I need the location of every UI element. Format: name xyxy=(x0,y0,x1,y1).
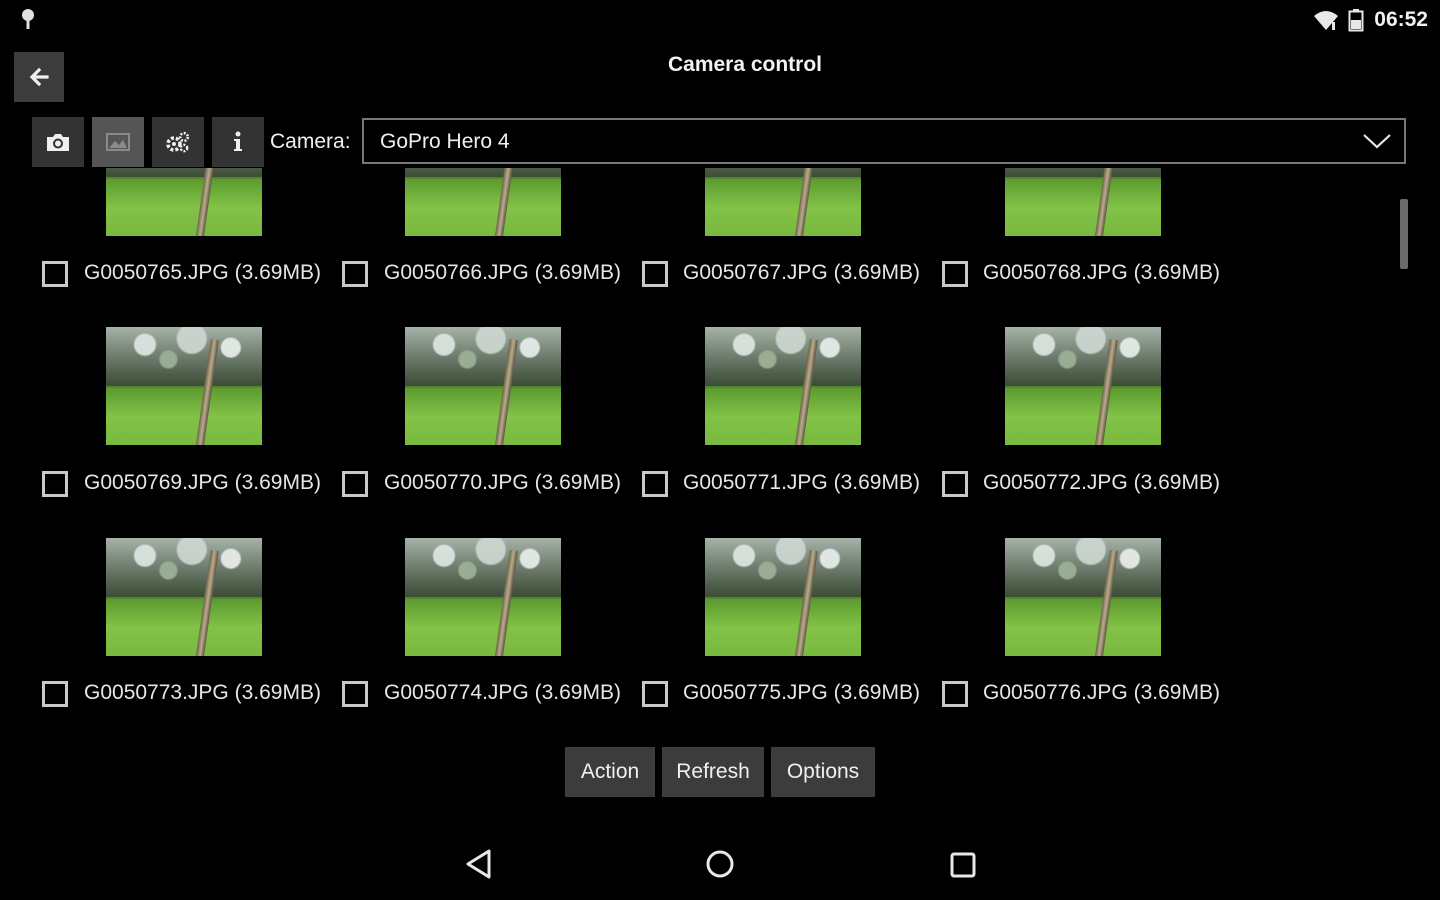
photo-checkbox[interactable] xyxy=(642,261,668,287)
chevron-down-icon xyxy=(1363,134,1391,149)
camera-select[interactable]: GoPro Hero 4 xyxy=(362,118,1406,164)
photo-thumbnail[interactable] xyxy=(405,538,561,656)
photo-file-label: G0050768.JPG (3.69MB) xyxy=(983,261,1220,284)
notification-icon xyxy=(22,9,34,29)
photo-checkbox[interactable] xyxy=(942,681,968,707)
battery-icon xyxy=(1348,9,1364,32)
info-icon xyxy=(234,131,242,151)
photo-file-label: G0050767.JPG (3.69MB) xyxy=(683,261,920,284)
info-button[interactable] xyxy=(212,117,264,167)
photo-thumbnail[interactable] xyxy=(705,538,861,656)
photo-checkbox[interactable] xyxy=(42,471,68,497)
photo-thumbnail[interactable] xyxy=(106,168,262,236)
photo-thumbnail[interactable] xyxy=(1005,327,1161,445)
photo-checkbox[interactable] xyxy=(642,471,668,497)
camera-select-value: GoPro Hero 4 xyxy=(380,130,510,153)
photo-file-label: G0050769.JPG (3.69MB) xyxy=(84,471,321,494)
photo-thumbnail[interactable] xyxy=(705,168,861,236)
photo-checkbox[interactable] xyxy=(42,681,68,707)
nav-home-icon[interactable] xyxy=(704,848,736,880)
photo-thumbnail[interactable] xyxy=(1005,538,1161,656)
photo-checkbox[interactable] xyxy=(42,261,68,287)
page-title: Camera control xyxy=(667,53,823,76)
photo-thumbnail[interactable] xyxy=(1005,168,1161,236)
photo-checkbox[interactable] xyxy=(942,471,968,497)
status-time: 06:52 xyxy=(1374,8,1428,31)
gallery-button[interactable] xyxy=(92,117,144,167)
photo-file-label: G0050770.JPG (3.69MB) xyxy=(384,471,621,494)
photo-file-label: G0050772.JPG (3.69MB) xyxy=(983,471,1220,494)
photo-thumbnail[interactable] xyxy=(106,538,262,656)
camera-control-screen: 06:52 Camera control Camera: GoPro Hero … xyxy=(0,0,1440,900)
photo-thumbnail[interactable] xyxy=(405,327,561,445)
status-icons: 06:52 xyxy=(1312,6,1428,34)
photo-grid: G0050765.JPG (3.69MB) G0050766.JPG (3.69M… xyxy=(0,168,1400,738)
photo-checkbox[interactable] xyxy=(342,681,368,707)
photo-checkbox[interactable] xyxy=(342,471,368,497)
photo-checkbox[interactable] xyxy=(642,681,668,707)
photo-file-label: G0050775.JPG (3.69MB) xyxy=(683,681,920,704)
camera-label: Camera: xyxy=(270,130,351,153)
camera-icon xyxy=(47,134,69,151)
photo-file-label: G0050771.JPG (3.69MB) xyxy=(683,471,920,494)
photo-thumbnail[interactable] xyxy=(705,327,861,445)
status-bar: 06:52 xyxy=(0,0,1440,40)
photo-file-label: G0050765.JPG (3.69MB) xyxy=(84,261,321,284)
refresh-button[interactable]: Refresh xyxy=(662,747,764,797)
nav-recents-icon[interactable] xyxy=(948,850,978,880)
nav-back-icon[interactable] xyxy=(464,848,494,880)
photo-checkbox[interactable] xyxy=(342,261,368,287)
photo-thumbnail[interactable] xyxy=(405,168,561,236)
image-icon xyxy=(106,133,130,151)
photo-file-label: G0050773.JPG (3.69MB) xyxy=(84,681,321,704)
settings-button[interactable] xyxy=(152,117,204,167)
wifi-icon xyxy=(1314,11,1339,30)
options-button[interactable]: Options xyxy=(771,747,875,797)
gears-icon xyxy=(166,131,190,153)
action-button[interactable]: Action xyxy=(565,747,655,797)
photo-checkbox[interactable] xyxy=(942,261,968,287)
scrollbar[interactable] xyxy=(1400,199,1408,269)
photo-file-label: G0050766.JPG (3.69MB) xyxy=(384,261,621,284)
photo-file-label: G0050774.JPG (3.69MB) xyxy=(384,681,621,704)
camera-button[interactable] xyxy=(32,117,84,167)
photo-file-label: G0050776.JPG (3.69MB) xyxy=(983,681,1220,704)
photo-thumbnail[interactable] xyxy=(106,327,262,445)
